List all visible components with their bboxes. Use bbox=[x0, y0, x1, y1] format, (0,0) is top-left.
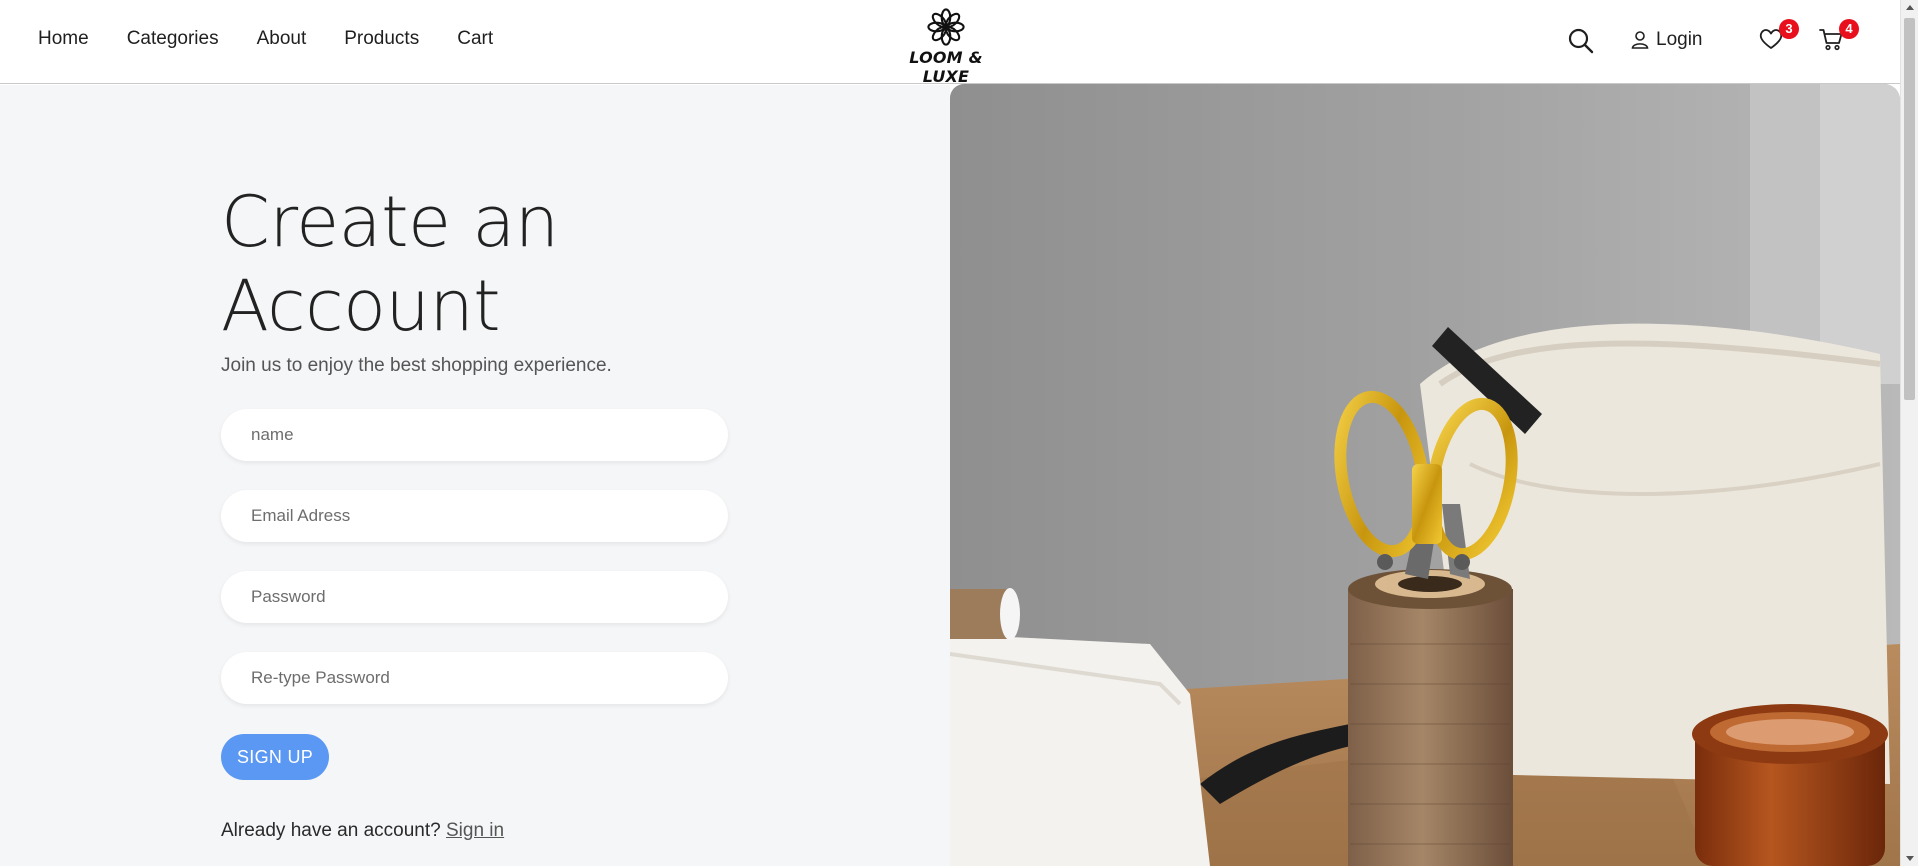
search-button[interactable] bbox=[1566, 26, 1596, 56]
hero-image bbox=[950, 84, 1900, 866]
scrollbar-thumb[interactable] bbox=[1904, 18, 1915, 400]
brand-name: LOOM & LUXE bbox=[909, 48, 983, 86]
search-icon bbox=[1568, 28, 1594, 54]
cart-count-badge: 4 bbox=[1839, 19, 1859, 39]
main-nav: Home Categories About Products Cart bbox=[38, 28, 493, 50]
wishlist-button[interactable]: 3 bbox=[1757, 19, 1799, 55]
flower-logo-icon bbox=[927, 8, 965, 46]
nav-cart-link[interactable]: Cart bbox=[457, 28, 493, 50]
login-label: Login bbox=[1656, 29, 1703, 50]
retype-password-field[interactable] bbox=[221, 652, 728, 704]
signup-panel: Create an Account Join us to enjoy the b… bbox=[0, 85, 950, 866]
wishlist-count-badge: 3 bbox=[1779, 19, 1799, 39]
signup-form: Create an Account Join us to enjoy the b… bbox=[221, 180, 731, 842]
cart-button[interactable]: 4 bbox=[1817, 19, 1859, 55]
page: Home Categories About Products Cart LOOM… bbox=[0, 0, 1918, 866]
top-navbar: Home Categories About Products Cart LOOM… bbox=[0, 0, 1900, 86]
signin-prompt-text: Already have an account? bbox=[221, 820, 441, 841]
user-icon bbox=[1631, 31, 1649, 49]
page-scrollbar[interactable] bbox=[1900, 0, 1918, 866]
brand-logo[interactable]: LOOM & LUXE bbox=[890, 8, 1002, 86]
scroll-up-arrow-icon[interactable] bbox=[1906, 5, 1914, 10]
scroll-down-arrow-icon[interactable] bbox=[1906, 856, 1914, 861]
nav-products-link[interactable]: Products bbox=[344, 28, 419, 50]
sewing-scene-image bbox=[950, 84, 1900, 866]
login-button[interactable]: Login bbox=[1630, 29, 1703, 51]
page-subtitle: Join us to enjoy the best shopping exper… bbox=[221, 355, 612, 376]
name-field[interactable] bbox=[221, 409, 728, 461]
password-field[interactable] bbox=[221, 571, 728, 623]
nav-categories-link[interactable]: Categories bbox=[127, 28, 219, 50]
sign-in-link[interactable]: Sign in bbox=[446, 820, 504, 841]
signin-prompt: Already have an account? Sign in bbox=[221, 820, 731, 842]
email-field[interactable] bbox=[221, 490, 728, 542]
nav-home-link[interactable]: Home bbox=[38, 28, 89, 50]
nav-about-link[interactable]: About bbox=[257, 28, 307, 50]
sign-up-button[interactable]: SIGN UP bbox=[221, 734, 330, 780]
page-title: Create an Account bbox=[221, 181, 559, 347]
